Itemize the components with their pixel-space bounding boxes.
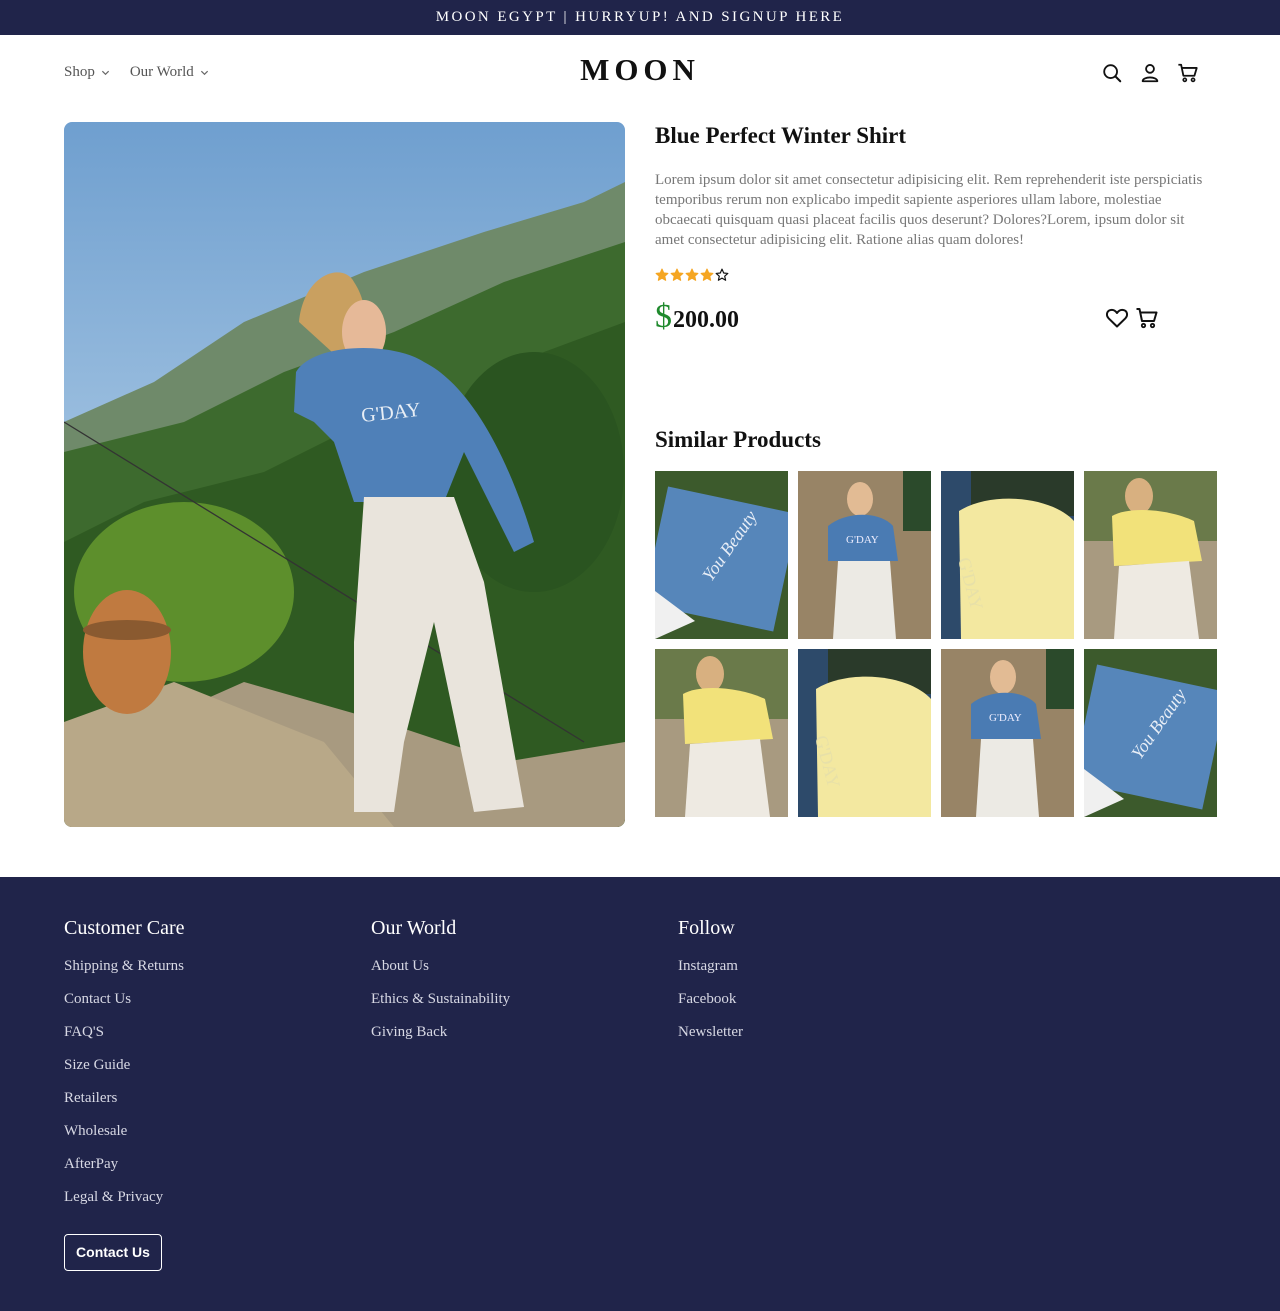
user-icon[interactable]: [1139, 62, 1161, 84]
price-amount: 200.00: [673, 307, 739, 333]
footer-link[interactable]: Contact Us: [64, 991, 185, 1024]
similar-product-card[interactable]: You Beauty: [655, 471, 788, 639]
similar-product-image: You Beauty: [655, 471, 788, 639]
product-title: Blue Perfect Winter Shirt: [655, 123, 907, 148]
footer-link[interactable]: FAQ'S: [64, 1024, 185, 1057]
footer-link[interactable]: Wholesale: [64, 1123, 185, 1156]
product-section: G'DAY Blue Perfect Winter Shirt Lorem ip…: [0, 113, 1280, 877]
similar-product-card[interactable]: G'DAY: [798, 471, 931, 639]
footer-link[interactable]: Shipping & Returns: [64, 958, 185, 991]
similar-product-card[interactable]: G'DAY: [941, 471, 1074, 639]
site-footer: Customer Care Shipping & Returns Contact…: [0, 877, 1280, 1311]
footer-link[interactable]: AfterPay: [64, 1156, 185, 1189]
rating-stars: [655, 268, 1216, 284]
similar-product-image: [1084, 471, 1217, 639]
footer-link[interactable]: Legal & Privacy: [64, 1189, 185, 1222]
footer-column-customer-care: Customer Care Shipping & Returns Contact…: [64, 917, 185, 1222]
similar-product-image: [655, 649, 788, 817]
footer-link[interactable]: Newsletter: [678, 1024, 743, 1057]
svg-text:G'DAY: G'DAY: [989, 712, 1022, 724]
price-row: $ 200.00: [655, 298, 1216, 338]
navbar: Shop Our World MOON: [0, 35, 1280, 113]
similar-product-card[interactable]: G'DAY: [798, 649, 931, 817]
similar-product-card[interactable]: You Beauty: [1084, 649, 1217, 817]
product-main-image: G'DAY: [64, 122, 625, 827]
site-logo[interactable]: MOON: [0, 52, 1280, 88]
similar-product-card[interactable]: G'DAY: [941, 649, 1074, 817]
footer-link[interactable]: Size Guide: [64, 1057, 185, 1090]
similar-product-image: G'DAY: [798, 471, 931, 639]
product-info: Blue Perfect Winter Shirt Lorem ipsum do…: [655, 122, 1216, 338]
footer-link[interactable]: Giving Back: [371, 1024, 510, 1057]
footer-link[interactable]: Facebook: [678, 991, 743, 1024]
star-filled-icon: [655, 268, 669, 281]
similar-product-image: G'DAY: [798, 649, 931, 817]
star-empty-icon: [715, 268, 729, 281]
star-filled-icon: [670, 268, 684, 281]
announcement-bar[interactable]: MOON EGYPT | HURRYUP! AND SIGNUP HERE: [0, 0, 1280, 35]
footer-column-our-world: Our World About Us Ethics & Sustainabili…: [371, 917, 510, 1057]
similar-product-image: You Beauty: [1084, 649, 1217, 817]
footer-link[interactable]: Retailers: [64, 1090, 185, 1123]
similar-product-image: G'DAY: [941, 471, 1074, 639]
similar-products-grid: You Beauty G'DAY G'DAY G'DAY G'DAY You Beauty: [655, 471, 1217, 817]
footer-contact-button[interactable]: Contact Us: [64, 1234, 162, 1271]
cart-icon[interactable]: [1177, 62, 1199, 84]
similar-product-card[interactable]: [655, 649, 788, 817]
add-to-cart-icon[interactable]: [1135, 306, 1159, 330]
similar-products-title: Similar Products: [655, 427, 821, 452]
product-description: Lorem ipsum dolor sit amet consectetur a…: [655, 172, 1203, 248]
currency-symbol: $: [655, 298, 672, 335]
footer-column-title: Follow: [678, 917, 735, 939]
footer-column-title: Our World: [371, 917, 457, 939]
svg-text:G'DAY: G'DAY: [846, 534, 879, 546]
similar-product-image: G'DAY: [941, 649, 1074, 817]
footer-link[interactable]: About Us: [371, 958, 510, 991]
star-filled-icon: [685, 268, 699, 281]
search-icon[interactable]: [1101, 62, 1123, 84]
footer-column-follow: Follow Instagram Facebook Newsletter: [678, 917, 743, 1057]
footer-link[interactable]: Instagram: [678, 958, 743, 991]
heart-icon[interactable]: [1105, 306, 1129, 330]
product-actions: [1105, 306, 1159, 330]
footer-column-title: Customer Care: [64, 917, 185, 939]
star-filled-icon: [700, 268, 714, 281]
nav-actions: [1101, 62, 1199, 84]
similar-product-card[interactable]: [1084, 471, 1217, 639]
footer-link[interactable]: Ethics & Sustainability: [371, 991, 510, 1024]
